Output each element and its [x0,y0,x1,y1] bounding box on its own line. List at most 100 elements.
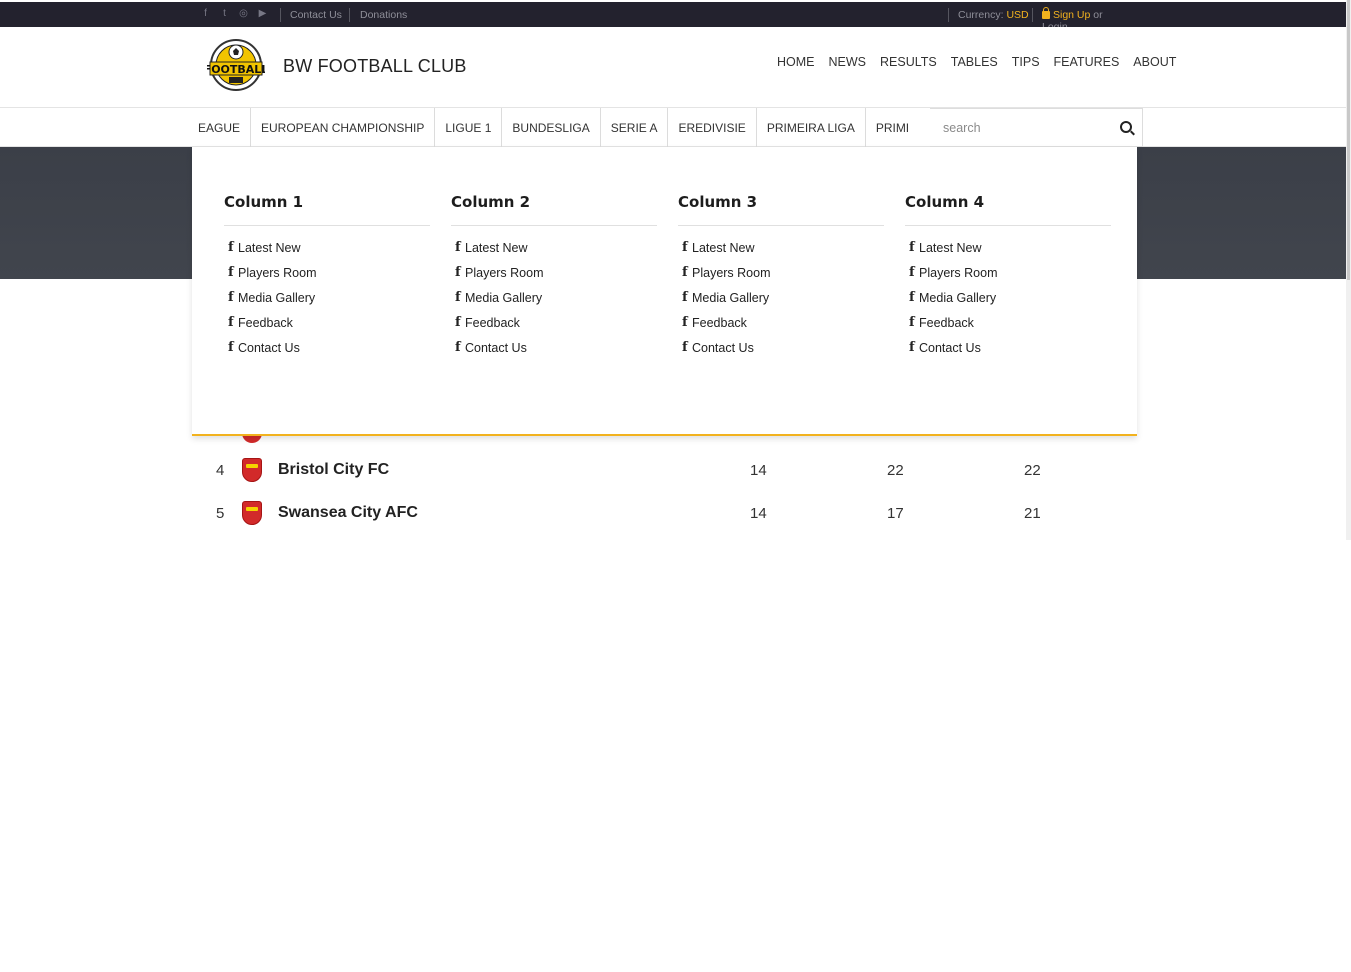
menu-item-label: Media Gallery [465,290,543,305]
contact-us-link[interactable]: Contact Us [290,9,342,21]
nav-tables[interactable]: TABLES [951,55,998,69]
league-bar: EAGUE EUROPEAN CHAMPIONSHIP LIGUE 1 BUND… [0,108,1346,147]
nav-tips[interactable]: TIPS [1012,55,1040,69]
or-text: or [1093,9,1103,21]
league-item[interactable]: BUNDESLIGA [502,108,601,147]
social-links: f t ◎ ▶ [200,8,268,20]
menu-item[interactable]: f Players Room [905,260,1111,285]
facebook-icon: f [682,315,688,330]
menu-item[interactable]: f Feedback [905,310,1111,335]
league-item[interactable]: EAGUE [192,108,252,147]
menu-item[interactable]: f Feedback [451,310,657,335]
stat-played: 14 [750,462,767,479]
team-name[interactable]: Swansea City AFC [278,504,418,522]
lock-icon [1042,7,1050,19]
divider [280,8,281,22]
currency-label: Currency: [958,9,1004,21]
menu-item-label: Contact Us [238,340,300,355]
row-position: 5 [216,505,225,522]
menu-item-label: Players Room [692,265,771,280]
league-item[interactable]: SERIE A [601,108,669,147]
table-row[interactable]: 5 Swansea City AFC 14 17 21 [192,493,1137,535]
facebook-icon: f [909,240,915,255]
facebook-icon: f [228,240,234,255]
sign-up-link[interactable]: Sign Up [1053,9,1090,21]
menu-item[interactable]: f Feedback [224,310,430,335]
page-scrollbar[interactable] [1346,0,1351,540]
facebook-icon[interactable]: f [200,8,211,20]
menu-item[interactable]: f Players Room [224,260,430,285]
table-row[interactable]: 4 Bristol City FC 14 22 22 [192,450,1137,492]
menu-item[interactable]: f Contact Us [678,335,884,360]
facebook-icon: f [455,315,461,330]
nav-features[interactable]: FEATURES [1054,55,1120,69]
scrollbar-thumb[interactable] [1347,0,1350,280]
facebook-icon: f [455,240,461,255]
menu-item-label: Contact Us [465,340,527,355]
menu-item-label: Media Gallery [238,290,316,305]
menu-item[interactable]: f Players Room [451,260,657,285]
facebook-icon: f [228,340,234,355]
menu-item-label: Players Room [919,265,998,280]
menu-item[interactable]: f Players Room [678,260,884,285]
column-title: Column 2 [451,193,657,226]
league-item[interactable]: PRIMERA DIVISION [866,108,908,147]
menu-item-label: Media Gallery [692,290,770,305]
twitter-icon[interactable]: t [219,8,230,20]
menu-item[interactable]: f Contact Us [451,335,657,360]
nav-results[interactable]: RESULTS [880,55,937,69]
brand-name[interactable]: BW FOOTBALL CLUB [283,56,467,77]
league-item[interactable]: LIGUE 1 [435,108,503,147]
mega-column-4: Column 4 f Latest New f Players Room f Medi… [905,193,1111,360]
stat-value: 17 [887,505,904,522]
menu-item[interactable]: f Contact Us [224,335,430,360]
facebook-icon: f [682,240,688,255]
league-scroller[interactable]: EAGUE EUROPEAN CHAMPIONSHIP LIGUE 1 BUND… [192,108,908,147]
youtube-icon[interactable]: ▶ [257,8,268,20]
team-crest [242,458,262,482]
menu-item[interactable]: f Latest New [678,235,884,260]
menu-item[interactable]: f Latest New [224,235,430,260]
menu-item[interactable]: f Media Gallery [451,285,657,310]
search-input[interactable]: search [943,121,981,135]
menu-item[interactable]: f Media Gallery [905,285,1111,310]
stat-value: 22 [887,462,904,479]
menu-item[interactable]: f Media Gallery [224,285,430,310]
menu-item[interactable]: f Latest New [451,235,657,260]
facebook-icon: f [455,340,461,355]
currency-selector[interactable]: Currency: USD [958,9,1029,21]
column-title: Column 4 [905,193,1111,226]
facebook-icon: f [682,340,688,355]
league-item[interactable]: EUROPEAN CHAMPIONSHIP [251,108,436,147]
facebook-icon: f [228,265,234,280]
menu-item-label: Feedback [238,315,293,330]
club-logo[interactable]: FOOTBALL [207,38,265,93]
site-header: FOOTBALL BW FOOTBALL CLUB HOME NEWS RESU… [0,27,1346,108]
menu-item-label: Contact Us [692,340,754,355]
nav-news[interactable]: NEWS [829,55,867,69]
facebook-icon: f [909,340,915,355]
search-box[interactable]: search [930,108,1143,147]
menu-item[interactable]: f Contact Us [905,335,1111,360]
menu-item-label: Latest New [465,240,528,255]
menu-item-label: Latest New [238,240,301,255]
menu-item[interactable]: f Feedback [678,310,884,335]
top-bar: f t ◎ ▶ Contact Us Donations Currency: U… [0,2,1346,33]
nav-about[interactable]: ABOUT [1133,55,1176,69]
currency-value[interactable]: USD [1006,9,1028,21]
facebook-icon: f [455,265,461,280]
menu-item[interactable]: f Media Gallery [678,285,884,310]
team-crest [242,501,262,525]
main-nav: HOME NEWS RESULTS TABLES TIPS FEATURES A… [777,55,1176,69]
search-icon[interactable] [1120,121,1132,133]
instagram-icon[interactable]: ◎ [238,8,249,20]
team-name[interactable]: Bristol City FC [278,461,389,479]
menu-item[interactable]: f Latest New [905,235,1111,260]
donations-link[interactable]: Donations [360,9,407,21]
league-item[interactable]: PRIMEIRA LIGA [757,108,866,147]
league-item[interactable]: EREDIVISIE [668,108,757,147]
nav-home[interactable]: HOME [777,55,815,69]
stat-points: 22 [1024,462,1041,479]
menu-item-label: Players Room [238,265,317,280]
facebook-icon: f [909,315,915,330]
